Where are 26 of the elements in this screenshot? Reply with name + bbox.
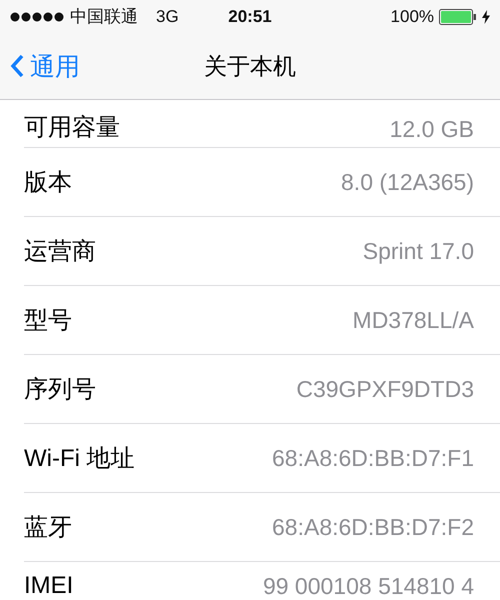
row-value: 68:A8:6D:BB:D7:F1 (272, 444, 474, 472)
signal-icon (10, 12, 64, 22)
row-label: 序列号 (24, 375, 96, 405)
row-label: 运营商 (24, 237, 96, 267)
battery-percent: 100% (390, 6, 434, 26)
row-label: Wi-Fi 地址 (24, 444, 135, 474)
nav-title: 关于本机 (204, 52, 296, 80)
row-value: Sprint 17.0 (362, 238, 474, 264)
row-value: 12.0 GB (390, 116, 474, 143)
row-value: 8.0 (12A365) (341, 168, 474, 196)
row-value: 68:A8:6D:BB:D7:F2 (272, 514, 474, 540)
carrier-name: 中国联通 (70, 6, 138, 28)
row-value: 99 000108 514810 4 (262, 573, 474, 600)
row-label: 版本 (24, 168, 72, 198)
back-button[interactable]: 通用 (10, 50, 80, 82)
back-chevron-icon (10, 54, 24, 78)
row-value: C39GPXF9DTD3 (296, 376, 474, 402)
row-label: 可用容量 (24, 113, 120, 143)
status-time: 20:51 (228, 6, 272, 26)
battery-icon (439, 8, 478, 24)
row-label: 蓝牙 (24, 513, 72, 543)
network-type: 3G (156, 6, 179, 26)
row-value: MD378LL/A (352, 306, 474, 334)
row-label: 型号 (24, 306, 72, 336)
row-label: IMEI (24, 572, 74, 600)
charging-icon (482, 10, 490, 24)
